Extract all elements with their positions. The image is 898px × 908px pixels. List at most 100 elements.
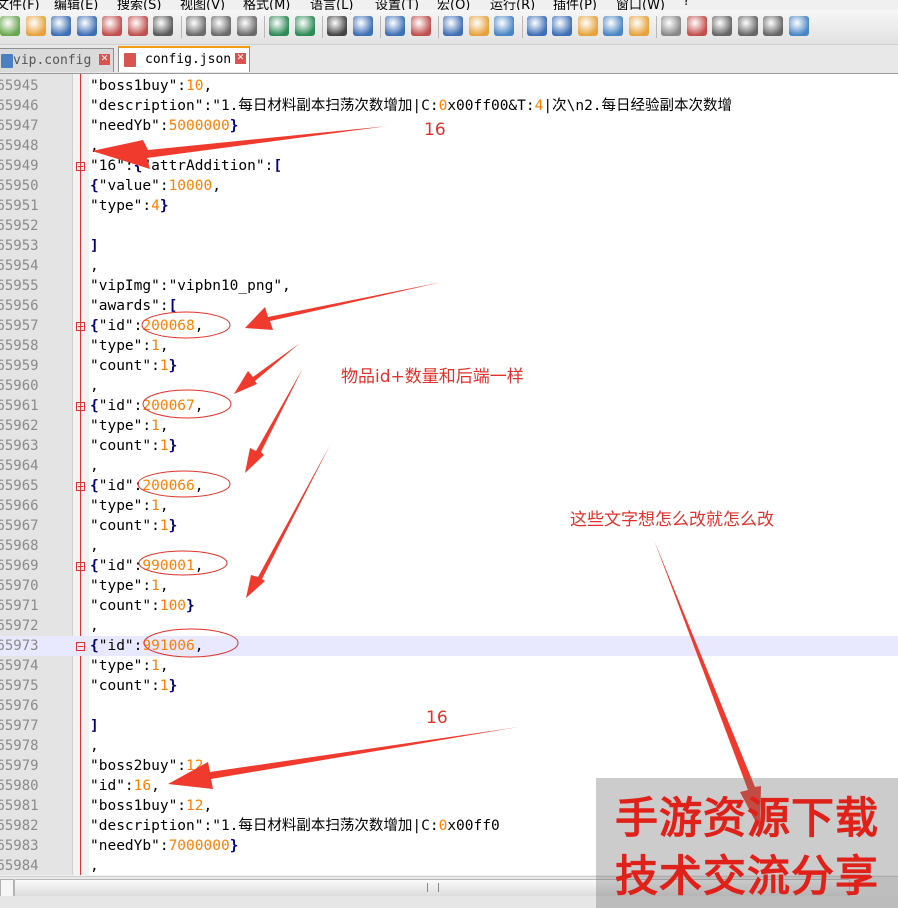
code-line[interactable]: 365947 "needYb":5000000} xyxy=(0,116,898,136)
find-icon[interactable] xyxy=(327,16,347,36)
code-line[interactable]: 365969 {"id":990001, xyxy=(0,556,898,576)
new-icon[interactable] xyxy=(0,16,20,36)
close-all-icon[interactable] xyxy=(127,16,148,36)
fold-toggle-icon[interactable] xyxy=(76,642,85,651)
scroll-left-arrow[interactable] xyxy=(0,879,14,897)
menu-item-8[interactable]: 运行(R) xyxy=(490,0,535,10)
code-line[interactable]: 365970 "type":1, xyxy=(0,576,898,596)
open-icon[interactable] xyxy=(25,16,46,36)
code-editor[interactable]: 365945 "boss1buy":10, 365946 "description":… xyxy=(0,74,898,875)
tab-config-json[interactable]: config.json ✕ xyxy=(118,46,250,72)
code-line[interactable]: 365957 {"id":200068, xyxy=(0,316,898,336)
code-line[interactable]: 365953] xyxy=(0,236,898,256)
save-all-icon[interactable] xyxy=(76,16,97,36)
code-line[interactable]: 365948, xyxy=(0,136,898,156)
replace-icon[interactable] xyxy=(352,16,373,36)
all-chars-icon[interactable] xyxy=(526,16,547,36)
menu-item-9[interactable]: 插件(P) xyxy=(553,0,597,10)
cut-icon[interactable] xyxy=(185,16,206,36)
function-list-icon[interactable] xyxy=(603,16,623,36)
code-line[interactable]: 365950 {"value":10000, xyxy=(0,176,898,196)
line-number: 365956 xyxy=(0,298,39,314)
code-line[interactable]: 365968, xyxy=(0,536,898,556)
line-number: 365950 xyxy=(0,178,39,194)
save-icon[interactable] xyxy=(51,16,71,36)
play-macro-icon[interactable] xyxy=(737,16,758,36)
print-icon[interactable] xyxy=(153,16,173,36)
fold-toggle-icon[interactable] xyxy=(76,162,85,171)
code-line[interactable]: 365958 "type":1, xyxy=(0,336,898,356)
line-number: 365965 xyxy=(0,478,39,494)
code-line[interactable]: 365977] xyxy=(0,716,898,736)
run-macro-icon[interactable] xyxy=(763,16,783,36)
fold-toggle-icon[interactable] xyxy=(76,402,85,411)
tab-vip-config[interactable]: vip.config ✕ xyxy=(0,48,114,72)
monitor-icon[interactable] xyxy=(661,16,681,36)
close-tab-icon[interactable]: ✕ xyxy=(99,54,110,65)
menu-item-5[interactable]: 语言(L) xyxy=(310,0,353,10)
code-line[interactable]: 365963 "count":1} xyxy=(0,436,898,456)
save-macro-icon[interactable] xyxy=(788,16,809,36)
code-line[interactable]: 365955 "vipImg":"vipbn10_png", xyxy=(0,276,898,296)
menu-item-6[interactable]: 设置(T) xyxy=(375,0,419,10)
menu-item-1[interactable]: 编辑(E) xyxy=(54,0,98,10)
menu-item-3[interactable]: 视图(V) xyxy=(180,0,225,10)
code-line[interactable]: 365965 {"id":200066, xyxy=(0,476,898,496)
toolbar xyxy=(0,10,898,45)
code-line[interactable]: 365961 {"id":200067, xyxy=(0,396,898,416)
watermark-line-2: 技术交流分享 xyxy=(615,852,879,902)
code-line[interactable]: 365951 "type":4} xyxy=(0,196,898,216)
redo-icon[interactable] xyxy=(294,16,315,36)
code-text: "type":1, xyxy=(90,578,169,594)
menu-item-10[interactable]: 窗口(W) xyxy=(616,0,665,10)
code-text: , xyxy=(90,618,99,634)
code-line[interactable]: 365976 xyxy=(0,696,898,716)
code-line[interactable]: 365974 "type":1, xyxy=(0,656,898,676)
menu-item-7[interactable]: 宏(O) xyxy=(437,0,470,10)
code-line[interactable]: 365962 "type":1, xyxy=(0,416,898,436)
undo-icon[interactable] xyxy=(269,16,289,36)
toolbar-separator xyxy=(180,16,182,38)
code-text: , xyxy=(90,538,99,554)
line-number: 365961 xyxy=(0,398,39,414)
code-text: "type":4} xyxy=(90,198,169,214)
copy-icon[interactable] xyxy=(211,16,231,36)
zoom-in-icon[interactable] xyxy=(385,16,405,36)
line-number: 365980 xyxy=(0,778,39,794)
menu-item-4[interactable]: 格式(M) xyxy=(243,0,290,10)
menu-item-0[interactable]: 文件(F) xyxy=(0,0,40,10)
close-icon[interactable] xyxy=(102,16,122,36)
sync-h-icon[interactable] xyxy=(468,16,489,36)
code-line[interactable]: 365978, xyxy=(0,736,898,756)
sync-v-icon[interactable] xyxy=(443,16,463,36)
code-line[interactable]: 365954, xyxy=(0,256,898,276)
code-line[interactable]: 365971 "count":100} xyxy=(0,596,898,616)
line-number: 365973 xyxy=(0,638,39,654)
zoom-out-icon[interactable] xyxy=(410,16,431,36)
code-line[interactable]: 365956 "awards":[ xyxy=(0,296,898,316)
code-line[interactable]: 365972, xyxy=(0,616,898,636)
doc-map-icon[interactable] xyxy=(577,16,598,36)
code-text: "awards":[ xyxy=(90,298,178,314)
close-tab-icon[interactable]: ✕ xyxy=(235,53,246,64)
record-macro-icon[interactable] xyxy=(686,16,707,36)
wrap-icon[interactable] xyxy=(494,16,514,36)
menu-item-2[interactable]: 搜索(S) xyxy=(117,0,161,10)
stop-record-icon[interactable] xyxy=(712,16,732,36)
fold-toggle-icon[interactable] xyxy=(76,482,85,491)
code-line[interactable]: 365964, xyxy=(0,456,898,476)
code-line[interactable]: 365979 "boss2buy":12, xyxy=(0,756,898,776)
code-line[interactable]: 365973 {"id":991006, xyxy=(0,636,898,656)
folder-workspace-icon[interactable] xyxy=(628,16,649,36)
indent-guide-icon[interactable] xyxy=(552,16,572,36)
code-line[interactable]: 365949 "16":{"attrAddition":[ xyxy=(0,156,898,176)
code-line[interactable]: 365952 xyxy=(0,216,898,236)
menu-item-11[interactable]: ? xyxy=(683,0,690,9)
code-text: {"id":200068, xyxy=(90,318,204,334)
fold-toggle-icon[interactable] xyxy=(76,322,85,331)
paste-icon[interactable] xyxy=(236,16,257,36)
code-line[interactable]: 365945 "boss1buy":10, xyxy=(0,76,898,96)
code-line[interactable]: 365946 "description":"1.每日材料副本扫荡次数增加|C:0x… xyxy=(0,96,898,116)
fold-toggle-icon[interactable] xyxy=(76,562,85,571)
code-line[interactable]: 365975 "count":1} xyxy=(0,676,898,696)
